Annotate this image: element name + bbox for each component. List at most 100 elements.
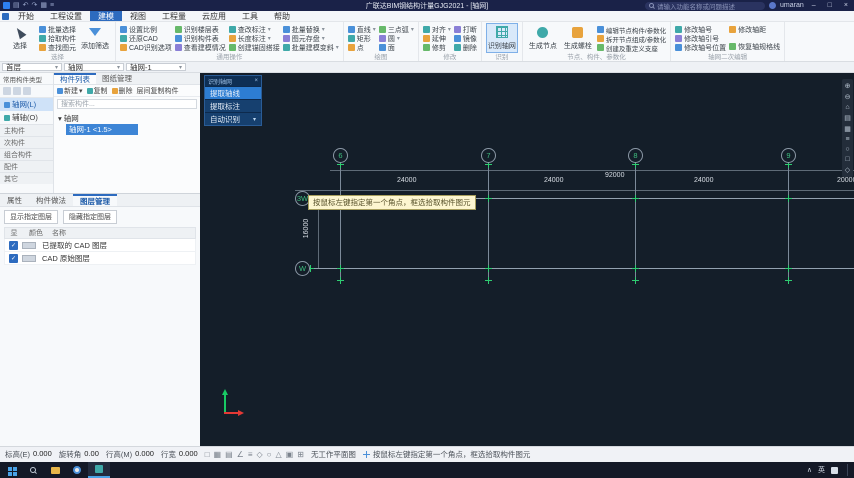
tab-project-settings[interactable]: 工程设置 [42, 11, 90, 21]
nav-item-aux-axis[interactable]: 辅轴(O) [0, 111, 53, 124]
layers-icon[interactable]: ▦ [40, 2, 47, 9]
tray-expand-icon[interactable]: ∧ [807, 466, 812, 474]
tab-view[interactable]: 视图 [122, 11, 154, 21]
nav-view-icon-2[interactable] [13, 87, 21, 95]
nav-view-icon-1[interactable] [3, 87, 11, 95]
hide-layers-button[interactable]: 隐藏指定图层 [63, 210, 117, 224]
nav-view-icon-3[interactable] [23, 87, 31, 95]
maximize-button[interactable]: □ [824, 2, 836, 9]
circle-button[interactable]: 圆 ▾ [378, 34, 414, 43]
axis-bubble-9[interactable]: 9 [781, 148, 796, 163]
nav-item-grid[interactable]: 轴网(L) [0, 98, 53, 111]
extract-axis-button[interactable]: 提取轴线 [205, 86, 261, 99]
floor-select[interactable]: 首层 ▾ [2, 63, 62, 72]
panel-close-icon[interactable]: × [254, 78, 258, 84]
new-component-button[interactable]: 新建 ▾ [57, 86, 83, 96]
help-search-input[interactable]: 请输入功能名称或问题描述 [645, 1, 766, 11]
auto-identify-button[interactable]: 自动识别 ▾ [205, 112, 261, 125]
measure-icon[interactable]: ◇ [845, 166, 850, 174]
list-view-icon[interactable]: ≡ [845, 136, 849, 143]
tab-modeling[interactable]: 建模 [90, 11, 122, 21]
layer-toggle-icon[interactable]: ▤ [225, 450, 233, 459]
notification-icon[interactable] [831, 466, 838, 474]
axis-bubble-7[interactable]: 7 [481, 148, 496, 163]
undo-icon[interactable]: ↶ [23, 2, 29, 9]
select-tool-button[interactable]: 选择 [4, 23, 36, 53]
category-select[interactable]: 轴网 ▾ [64, 63, 124, 72]
arc-button[interactable]: 三点弧 ▾ [378, 25, 414, 34]
region-toggle-icon[interactable]: ▣ [286, 450, 294, 459]
tab-help[interactable]: 帮助 [266, 11, 298, 21]
layer-visible-checkbox[interactable]: ✓ [9, 253, 18, 263]
tab-component-method[interactable]: 构件做法 [29, 194, 73, 206]
layer-row-extracted[interactable]: ✓ 已提取的 CAD 图层 [4, 239, 196, 252]
nav-section-other[interactable]: 其它 [0, 172, 53, 184]
generate-bolt-button[interactable]: 生成螺栓 [562, 23, 594, 53]
layer-color-swatch[interactable] [22, 241, 36, 249]
tab-tools[interactable]: 工具 [234, 11, 266, 21]
nav-section-accessory[interactable]: 配件 [0, 160, 53, 172]
home-view-icon[interactable]: ⌂ [845, 104, 849, 111]
copy-between-floors-button[interactable]: 层间复制构件 [137, 86, 179, 96]
layer-color-swatch[interactable] [22, 254, 36, 262]
copy-component-button[interactable]: 复制 [86, 86, 108, 96]
show-desktop-button[interactable] [847, 464, 849, 476]
identify-grid-button[interactable]: 识别轴网 [485, 23, 518, 53]
tab-cloud[interactable]: 云应用 [194, 11, 234, 21]
nav-section-main[interactable]: 主构件 [0, 124, 53, 136]
snap-toggle-icon[interactable]: □ [205, 450, 210, 459]
generate-node-button[interactable]: 生成节点 [527, 23, 559, 53]
tab-layer-manage[interactable]: 图层管理 [73, 194, 117, 206]
redo-icon[interactable]: ↷ [32, 2, 38, 9]
taskbar-search-button[interactable] [22, 462, 44, 478]
identify-grid-panel-header[interactable]: 识别轴网 × [205, 76, 261, 86]
triangle-toggle-icon[interactable]: △ [276, 450, 282, 459]
ortho-toggle-icon[interactable]: ≡ [248, 450, 253, 459]
language-indicator[interactable]: 英 [818, 465, 825, 475]
minimize-button[interactable]: – [808, 2, 820, 9]
zoom-out-icon[interactable]: ⊖ [845, 93, 851, 101]
axis-bubble-w[interactable]: W [295, 261, 310, 276]
circle-toggle-icon[interactable]: ○ [267, 450, 272, 459]
file-explorer-button[interactable] [44, 462, 66, 478]
tab-component-list[interactable]: 构件列表 [54, 73, 96, 84]
layer-row-original[interactable]: ✓ CAD 原始图层 [4, 252, 196, 265]
nav-section-secondary[interactable]: 次构件 [0, 136, 53, 148]
save-icon[interactable]: ▤ [13, 2, 20, 9]
tab-start[interactable]: 开始 [10, 11, 42, 21]
osnap-toggle-icon[interactable]: ◇ [257, 450, 263, 459]
delete-component-button[interactable]: 删除 [111, 86, 133, 96]
file-menu-icon[interactable] [0, 11, 10, 21]
edit-axis-spacing-button[interactable]: 修改轴距 [729, 25, 780, 34]
tree-item-grid-1[interactable]: 轴网-1 <1.5> [66, 124, 138, 135]
grid-view-icon[interactable]: ▦ [844, 125, 851, 133]
add-filter-button[interactable]: 添加筛选 [79, 23, 111, 53]
drawing-canvas[interactable]: 识别轴网 × 提取轴线 提取标注 自动识别 ▾ 6 7 8 9 3W W 9200… [200, 73, 854, 446]
tab-properties[interactable]: 属性 [0, 194, 29, 206]
start-button[interactable] [0, 462, 22, 478]
app-taskbar-button[interactable] [88, 462, 110, 478]
extract-annotation-button[interactable]: 提取标注 [205, 99, 261, 112]
show-layers-button[interactable]: 显示指定图层 [4, 210, 58, 224]
grid-toggle-icon[interactable]: ▦ [214, 450, 222, 459]
tab-drawing-manage[interactable]: 图纸管理 [96, 73, 138, 84]
zoom-in-icon[interactable]: ⊕ [845, 82, 851, 90]
plus-toggle-icon[interactable]: ⊞ [297, 450, 304, 459]
restore-axis-line-button[interactable]: 恢复轴规格线 [729, 42, 780, 51]
browser-button[interactable] [66, 462, 88, 478]
component-search-input[interactable]: 搜索构件... [57, 99, 197, 109]
orbit-icon[interactable]: ○ [845, 146, 849, 153]
close-button[interactable]: × [840, 2, 852, 9]
axis-bubble-8[interactable]: 8 [628, 148, 643, 163]
axis-bubble-6[interactable]: 6 [333, 148, 348, 163]
nav-section-combined[interactable]: 组合构件 [0, 148, 53, 160]
user-avatar[interactable] [769, 2, 777, 9]
component-select[interactable]: 轴网-1 ▾ [126, 63, 186, 72]
menu-icon[interactable]: ≡ [50, 2, 54, 9]
angle-toggle-icon[interactable]: ∠ [237, 450, 244, 459]
tree-group-grid[interactable]: ▾ 轴网 [54, 113, 200, 124]
tab-quantity[interactable]: 工程量 [154, 11, 194, 21]
layer-visible-checkbox[interactable]: ✓ [9, 240, 18, 250]
pan-icon[interactable]: □ [845, 156, 849, 163]
layers-view-icon[interactable]: ▤ [844, 114, 851, 122]
